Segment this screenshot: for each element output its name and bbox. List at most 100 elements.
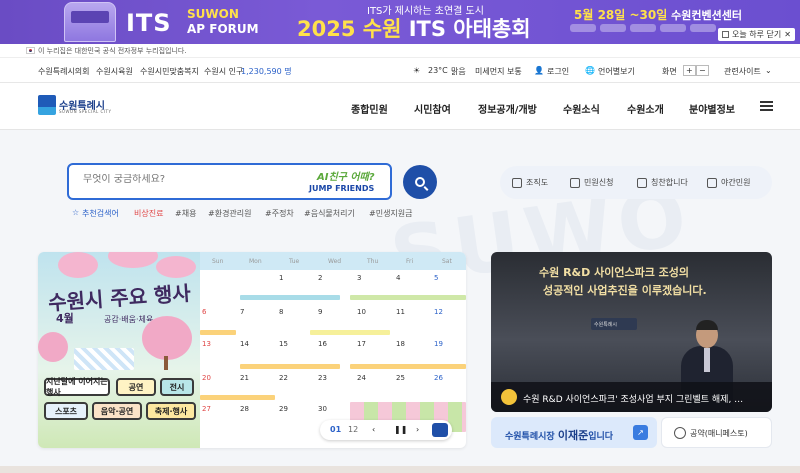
hamburger-menu-icon[interactable] <box>760 101 773 111</box>
search-button[interactable] <box>403 165 437 199</box>
quick-org-chart[interactable]: 조직도 <box>512 177 548 188</box>
event-bar[interactable] <box>240 295 340 300</box>
language-select[interactable]: 언어별보기 <box>598 66 635 77</box>
calendar-date[interactable]: 23 <box>318 374 327 382</box>
zoom-in-button[interactable]: + <box>683 65 696 76</box>
event-bar[interactable] <box>350 295 466 300</box>
grid-view-icon[interactable] <box>432 423 448 437</box>
calendar-date[interactable]: 19 <box>434 340 443 348</box>
calendar-date[interactable]: 17 <box>357 340 366 348</box>
calendar-date[interactable]: 15 <box>279 340 288 348</box>
jump-friends-tagline[interactable]: AI친구 어때? <box>317 168 375 183</box>
calendar-month: 4월 <box>56 312 74 325</box>
calendar-illustration: 수원시 주요 행사 4월 공감·배움·체육 지난달에 이어지는 행사 공연 전시… <box>38 252 200 448</box>
event-bar[interactable] <box>310 330 390 335</box>
events-calendar-card[interactable]: 수원시 주요 행사 4월 공감·배움·체육 지난달에 이어지는 행사 공연 전시… <box>38 252 466 448</box>
related-sites-select[interactable]: 관련사이트 <box>724 66 761 77</box>
tag-food-waste[interactable]: #음식물처리기 <box>304 208 355 219</box>
search-input[interactable] <box>83 174 303 185</box>
calendar-date[interactable]: 25 <box>396 374 405 382</box>
calendar-date[interactable]: 16 <box>318 340 327 348</box>
event-bar[interactable] <box>350 364 466 369</box>
chevron-down-icon: ⌄ <box>765 66 772 75</box>
login-link[interactable]: 로그인 <box>547 66 569 77</box>
gov-notice-bar: 이 누리집은 대한민국 공식 전자정부 누리집입니다. <box>0 44 800 58</box>
news-card[interactable]: 수원 R&D 사이언스파크 조성의 성공적인 사업추진을 이루겠습니다. 수원특… <box>491 252 772 412</box>
calendar-date[interactable]: 8 <box>279 308 283 316</box>
day-wed: Wed <box>328 258 342 265</box>
calendar-date[interactable]: 22 <box>279 374 288 382</box>
event-bar[interactable] <box>200 330 236 335</box>
tag-hiring[interactable]: #채용 <box>175 208 196 219</box>
globe-icon: 🌐 <box>585 66 595 75</box>
zoom-out-button[interactable]: − <box>696 65 709 76</box>
event-banner[interactable]: ITS SUWON AP FORUM ITS가 제시하는 초연결 도시 2025… <box>0 0 800 44</box>
menu-civil[interactable]: 종합민원 <box>351 101 388 116</box>
calendar-date[interactable]: 27 <box>202 405 211 413</box>
util-link-welfare[interactable]: 수원시민맞춤복지 <box>140 66 199 77</box>
bus-illustration <box>64 2 116 42</box>
calendar-date[interactable]: 2 <box>318 274 322 282</box>
calendar-date[interactable]: 9 <box>318 308 322 316</box>
calendar-date[interactable]: 7 <box>240 308 244 316</box>
util-link-education[interactable]: 수원시육원 <box>96 66 133 77</box>
legend-music: 음악·공연 <box>92 402 142 420</box>
sponsor-logos <box>570 24 720 36</box>
calendar-date[interactable]: 4 <box>396 274 400 282</box>
pause-button[interactable]: ❚❚ <box>394 425 407 434</box>
prev-arrow-icon[interactable]: ‹ <box>372 425 375 434</box>
calendar-date[interactable]: 3 <box>357 274 361 282</box>
population-label: 수원시 인구 <box>204 67 244 76</box>
calendar-date[interactable]: 14 <box>240 340 249 348</box>
quick-civil-apply[interactable]: 민원신청 <box>570 177 613 188</box>
util-link-council[interactable]: 수원특례시의회 <box>38 66 90 77</box>
calendar-date[interactable]: 20 <box>202 374 211 382</box>
tag-parking[interactable]: #주정차 <box>265 208 294 219</box>
calendar-date[interactable]: 29 <box>279 405 288 413</box>
calendar-date[interactable]: 6 <box>202 308 206 316</box>
jump-friends-logo[interactable]: JUMP FRIENDS <box>309 184 374 193</box>
legend-continued: 지난달에 이어지는 행사 <box>44 377 110 397</box>
calendar-date[interactable]: 18 <box>396 340 405 348</box>
population-value: 1,230,590 명 <box>241 67 292 76</box>
calendar-date[interactable]: 13 <box>202 340 211 348</box>
calendar-date[interactable]: 26 <box>434 374 443 382</box>
event-bar[interactable] <box>240 364 340 369</box>
mayor-link[interactable]: 수원특례시장 이재준입니다 ↗ <box>491 417 657 448</box>
city-logo-icon[interactable] <box>38 95 56 115</box>
banner-title: 2025 수원 ITS 아태총회 <box>297 13 531 43</box>
main-nav: 수원특례시 SUWON SPECIAL CITY 종합민원 시민참여 정보공개/… <box>0 83 800 130</box>
calendar-date[interactable]: 1 <box>279 274 283 282</box>
calendar-date[interactable]: 21 <box>240 374 249 382</box>
tag-emergency[interactable]: 비상진료 <box>134 208 163 219</box>
calendar-date[interactable]: 28 <box>240 405 249 413</box>
next-arrow-icon[interactable]: › <box>416 425 419 434</box>
mayor-text: 수원특례시장 이재준입니다 <box>505 427 613 443</box>
chat-icon <box>570 177 580 188</box>
pledge-link[interactable]: 공약(매니페스토) <box>661 417 772 448</box>
menu-news[interactable]: 수원소식 <box>563 101 600 116</box>
quick-links: 조직도 민원신청 칭찬합니다 야간민원 <box>500 166 772 199</box>
menu-fields[interactable]: 분야별정보 <box>689 101 735 116</box>
news-caption-bar[interactable]: 수원 R&D 사이언스파크' 조성사업 부지 그린벨트 해제, … <box>491 382 772 412</box>
quick-org-chart-label: 조직도 <box>526 178 549 187</box>
calendar-date[interactable]: 11 <box>396 308 405 316</box>
quick-praise[interactable]: 칭찬합니다 <box>637 177 688 188</box>
menu-disclosure[interactable]: 정보공개/개방 <box>478 101 537 116</box>
legend-exhibition: 전시 <box>160 378 194 396</box>
quick-praise-label: 칭찬합니다 <box>651 178 688 187</box>
calendar-date[interactable]: 5 <box>434 274 438 282</box>
menu-participation[interactable]: 시민참여 <box>414 101 451 116</box>
calendar-date[interactable]: 24 <box>357 374 366 382</box>
calendar-date[interactable]: 12 <box>434 308 443 316</box>
close-today-button[interactable]: 오늘 하루 닫기 ✕ <box>718 28 795 41</box>
tag-environment[interactable]: #환경관리원 <box>208 208 252 219</box>
menu-about[interactable]: 수원소개 <box>627 101 664 116</box>
quick-night-civil[interactable]: 야간민원 <box>707 177 750 188</box>
legend-festival: 축제·행사 <box>146 402 196 420</box>
event-bar[interactable] <box>200 395 275 400</box>
calendar-date[interactable]: 30 <box>318 405 327 413</box>
tag-support-fund[interactable]: #민생지원금 <box>369 208 413 219</box>
calendar-date[interactable]: 10 <box>357 308 366 316</box>
trunk-shape <box>164 356 168 370</box>
